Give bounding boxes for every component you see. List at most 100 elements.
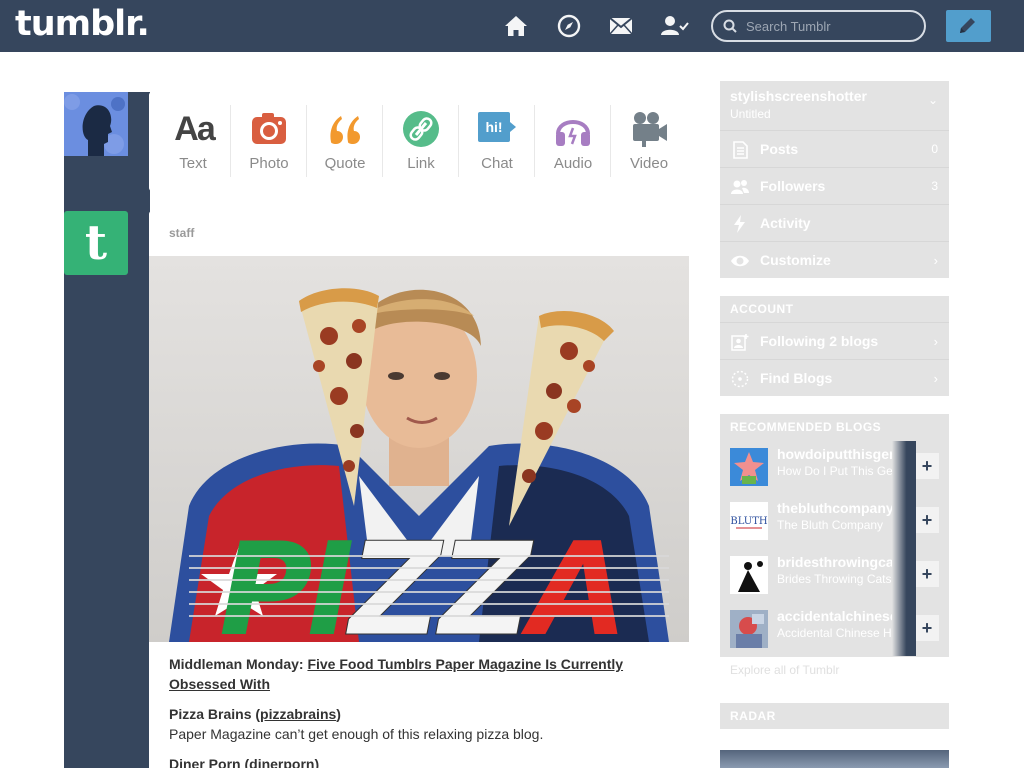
post-type-photo[interactable]: Photo	[231, 92, 307, 191]
caption-paren: )	[314, 756, 320, 768]
post-photo[interactable]: P I Z Z A	[149, 256, 689, 642]
blog-panel: stylishscreenshotter Untitled ⌄ Posts 0 …	[720, 81, 949, 278]
home-icon[interactable]	[503, 13, 529, 39]
video-icon	[633, 112, 667, 147]
blog-item-customize[interactable]: Customize ›	[720, 241, 949, 278]
follow-plus-icon[interactable]: +	[915, 615, 939, 641]
recommended-blog-name: thebluthcompany	[777, 500, 894, 516]
staff-avatar[interactable]: t	[64, 211, 128, 275]
quote-icon	[330, 116, 360, 144]
compose-button[interactable]	[946, 10, 991, 42]
recommended-blog-subtitle: How Do I Put This Gently	[777, 464, 904, 478]
post-type-link[interactable]: Link	[383, 92, 459, 191]
caption-item-1: Pizza Brains (pizzabrains) Paper Magazine…	[169, 704, 669, 744]
follow-plus-icon[interactable]: +	[915, 453, 939, 479]
recommended-scroll-fade	[892, 441, 916, 656]
account-item-find-blogs[interactable]: Find Blogs ›	[720, 359, 949, 396]
search-icon	[723, 19, 737, 38]
recommended-avatar-bride	[730, 556, 768, 594]
post-type-label: Video	[629, 155, 669, 172]
chevron-right-icon: ›	[933, 371, 938, 386]
post-type-chat[interactable]: hi! Chat	[459, 92, 535, 191]
compose-icon	[960, 18, 975, 33]
caption-item-1-link[interactable]: pizzabrains	[260, 706, 336, 722]
caption-item-1-desc: Paper Magazine can’t get enough of this …	[169, 726, 544, 742]
account-item-following[interactable]: Following 2 blogs ›	[720, 322, 949, 359]
tumblr-logo[interactable]: tumblr.	[15, 4, 150, 44]
post-type-label: Chat	[481, 155, 513, 172]
followers-icon	[731, 180, 749, 194]
follow-plus-icon[interactable]: +	[915, 561, 939, 587]
svg-text:BLUTH: BLUTH	[730, 516, 768, 527]
caption-item-2-link[interactable]: dinerporn	[249, 756, 314, 768]
top-navigation-bar: tumblr.	[0, 0, 1024, 52]
svg-text:hi!: hi!	[485, 119, 502, 135]
photo-icon	[252, 113, 286, 144]
messages-icon[interactable]	[608, 13, 634, 39]
recommended-blog-subtitle: The Bluth Company	[777, 518, 884, 532]
follow-plus-icon[interactable]: +	[915, 507, 939, 533]
post-type-quote[interactable]: Quote	[307, 92, 383, 191]
blog-item-count: 3	[931, 179, 938, 193]
search-box[interactable]	[711, 10, 926, 42]
blog-item-label: Activity	[760, 215, 811, 231]
caption-item-2: Diner Porn (dinerporn)	[169, 754, 669, 768]
blog-item-count: 0	[931, 142, 938, 156]
recommended-blog-name: accidentalchinesehipsters	[777, 608, 904, 624]
audio-icon	[556, 120, 590, 146]
account-header: ACCOUNT	[730, 302, 794, 316]
following-icon	[731, 334, 749, 351]
blog-name[interactable]: stylishscreenshotter	[730, 88, 867, 104]
radar-image[interactable]	[720, 750, 949, 768]
document-icon	[733, 141, 748, 159]
lightning-icon	[734, 215, 745, 233]
post-type-label: Audio	[553, 155, 593, 172]
caption-paren: (	[240, 756, 250, 768]
account-item-label: Following 2 blogs	[760, 333, 879, 349]
search-input[interactable]	[746, 17, 916, 35]
post-type-video[interactable]: Video	[611, 92, 687, 191]
text-icon: Aa	[174, 110, 215, 148]
chevron-right-icon: ›	[933, 253, 938, 268]
recommended-blog-name: bridesthrowingcats	[777, 554, 904, 570]
account-panel: ACCOUNT Following 2 blogs › Find Blogs ›	[720, 296, 949, 396]
tumblr-t-icon: t	[84, 215, 108, 271]
blog-item-activity[interactable]: Activity	[720, 204, 949, 241]
account-item-label: Find Blogs	[760, 370, 833, 386]
caption-item-1-name: Pizza Brains	[169, 706, 252, 722]
post-caption: Middleman Monday: Five Food Tumblrs Pape…	[169, 654, 669, 768]
post-type-audio[interactable]: Audio	[535, 92, 611, 191]
caption-paren: (	[251, 706, 261, 722]
silhouette-icon	[64, 92, 128, 156]
chevron-right-icon: ›	[933, 334, 938, 349]
user-avatar[interactable]	[64, 92, 128, 156]
blog-item-label: Posts	[760, 141, 799, 157]
blog-item-posts[interactable]: Posts 0	[720, 130, 949, 167]
find-blogs-icon	[731, 370, 749, 388]
post-type-label: Photo	[249, 155, 289, 172]
account-icon[interactable]	[661, 13, 689, 39]
caption-paren: )	[336, 706, 341, 722]
recommended-avatar-starfish	[730, 448, 768, 486]
blog-item-label: Customize	[760, 252, 831, 268]
chat-icon: hi!	[478, 112, 516, 142]
recommended-blog-subtitle: Accidental Chinese Hipsters	[777, 626, 904, 640]
recommended-blog-name: howdoiputthisgent	[777, 446, 903, 462]
explore-icon[interactable]	[556, 13, 582, 39]
recommended-header: RECOMMENDED BLOGS	[730, 420, 882, 434]
post-type-label: Link	[407, 155, 435, 172]
radar-panel: RADAR	[720, 703, 949, 729]
dashboard-post: staff I Middleman Monday: Five Food Tumb…	[149, 211, 689, 768]
blog-item-label: Followers	[760, 178, 826, 194]
explore-all-link[interactable]: Explore all of Tumblr	[730, 663, 839, 677]
post-type-label: Quote	[324, 155, 366, 172]
blog-item-followers[interactable]: Followers 3	[720, 167, 949, 204]
dashboard-left-rail	[64, 92, 150, 768]
recommended-blog-subtitle: Brides Throwing Cats	[777, 572, 892, 586]
post-author[interactable]: staff	[169, 226, 194, 240]
chevron-down-icon[interactable]: ⌄	[928, 93, 938, 107]
pizza-photo-illustration: P I Z Z A	[149, 256, 689, 642]
post-type-text[interactable]: Aa Text	[155, 92, 231, 191]
recommended-avatar-hipster	[730, 610, 768, 648]
recommended-avatar-bluth: BLUTH	[730, 502, 768, 540]
